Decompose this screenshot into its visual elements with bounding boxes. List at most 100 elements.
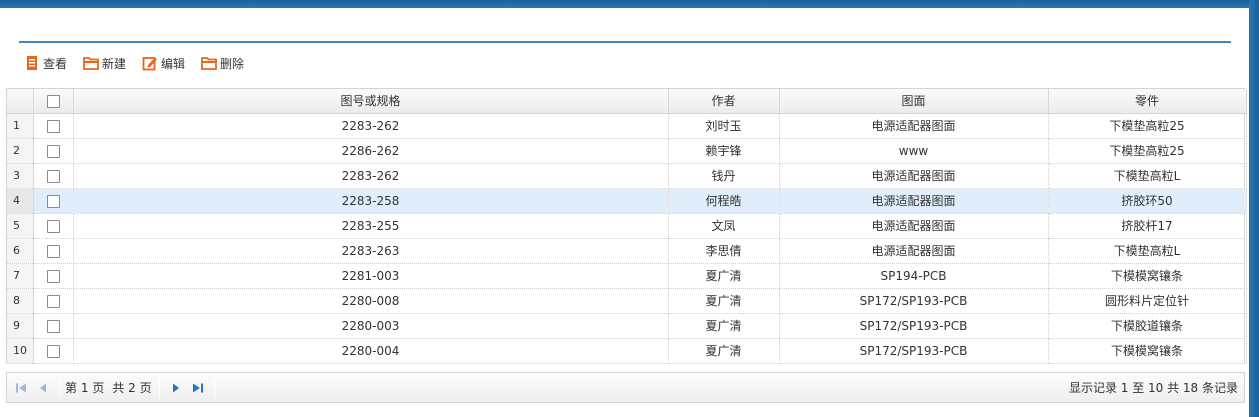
row-checkbox[interactable] [46,294,60,308]
cell-part: 下模垫高粒L [1048,238,1247,264]
window-right-band [1249,0,1259,417]
next-page-icon [172,383,179,392]
last-page-icon [192,383,203,392]
cell-spec: 2283-263 [73,238,669,264]
row-checkbox[interactable] [46,244,60,258]
row-checkbox[interactable] [46,319,60,333]
row-select-cell[interactable] [33,188,74,214]
row-checkbox[interactable] [46,269,60,283]
header-part[interactable]: 零件 [1048,89,1247,114]
header-spec[interactable]: 图号或规格 [73,89,669,114]
window-top-band [0,0,1259,8]
cell-author: 夏广清 [668,313,780,339]
folder-icon [83,55,99,71]
prev-page-button[interactable] [32,378,54,398]
row-select-cell[interactable] [33,238,74,264]
last-page-button[interactable] [187,378,209,398]
first-page-icon [16,383,26,392]
edit-button-label: 编辑 [161,56,186,71]
data-grid: 图号或规格 作者 图面 零件 1 2283-262 刘时玉 电源适配器图面 下模垫高粒2… [6,88,1247,364]
cell-part: 下模模窝镶条 [1048,263,1247,289]
pager-separator [158,377,160,398]
cell-drawing: SP172/SP193-PCB [779,288,1049,314]
row-select-cell[interactable] [33,263,74,289]
header-rownum [7,89,34,114]
row-select-cell[interactable] [33,213,74,239]
table-row[interactable]: 6 2283-263 李思倩 电源适配器图面 下模垫高粒L [7,238,1247,264]
pagination-bar: 第 1 页 共 2 页 显示记录 1 至 10 共 18 条记录 [6,372,1245,403]
pager-separator [213,377,215,398]
cell-drawing: SP172/SP193-PCB [779,313,1049,339]
page-prefix: 第 [65,381,78,395]
row-number: 5 [7,213,34,239]
cell-spec: 2281-003 [73,263,669,289]
table-row[interactable]: 10 2280-004 夏广清 SP172/SP193-PCB 下模模窝镶条 [7,338,1247,364]
header-select-all[interactable] [33,89,74,114]
cell-part: 下模垫高粒L [1048,163,1247,189]
header-drawing[interactable]: 图面 [779,89,1049,114]
pager-separator [59,377,60,398]
document-icon [24,55,40,71]
cell-spec: 2280-003 [73,313,669,339]
row-select-cell[interactable] [33,163,74,189]
row-number: 8 [7,288,34,314]
first-page-button[interactable] [10,378,32,398]
cell-drawing: 电源适配器图面 [779,213,1049,239]
grid-table: 图号或规格 作者 图面 零件 1 2283-262 刘时玉 电源适配器图面 下模垫高粒2… [7,89,1247,364]
table-row[interactable]: 1 2283-262 刘时玉 电源适配器图面 下模垫高粒25 [7,113,1247,139]
row-checkbox[interactable] [46,169,60,183]
row-number: 4 [7,188,34,214]
row-select-cell[interactable] [33,138,74,164]
cell-author: 夏广清 [668,338,780,364]
cell-author: 刘时玉 [668,113,780,139]
cell-part: 圆形料片定位针 [1048,288,1247,314]
row-checkbox[interactable] [46,119,60,133]
row-select-cell[interactable] [33,113,74,139]
delete-button[interactable]: 删除 [201,55,244,72]
row-select-cell[interactable] [33,338,74,364]
cell-spec: 2283-262 [73,113,669,139]
cell-spec: 2283-258 [73,188,669,214]
row-select-cell[interactable] [33,288,74,314]
row-checkbox[interactable] [46,144,60,158]
header-author[interactable]: 作者 [668,89,780,114]
grid-body: 1 2283-262 刘时玉 电源适配器图面 下模垫高粒25 2 2286-262 赖宇锋 ww… [7,113,1247,364]
cell-author: 钱丹 [668,163,780,189]
next-page-button[interactable] [165,378,187,398]
cell-drawing: www [779,138,1049,164]
table-row[interactable]: 7 2281-003 夏广清 SP194-PCB 下模模窝镶条 [7,263,1247,289]
record-info: 显示记录 1 至 10 共 18 条记录 [1068,381,1238,395]
table-row[interactable]: 8 2280-008 夏广清 SP172/SP193-PCB 圆形料片定位针 [7,288,1247,314]
table-row[interactable]: 5 2283-255 文凤 电源适配器图面 挤胶杆17 [7,213,1247,239]
row-number: 6 [7,238,34,264]
cell-author: 文凤 [668,213,780,239]
row-checkbox[interactable] [46,219,60,233]
prev-page-icon [40,383,46,392]
cell-part: 挤胶环50 [1048,188,1247,214]
cell-part: 下模垫高粒25 [1048,138,1247,164]
edit-button[interactable]: 编辑 [142,55,185,72]
table-row[interactable]: 2 2286-262 赖宇锋 www 下模垫高粒25 [7,138,1247,164]
table-row[interactable]: 9 2280-003 夏广清 SP172/SP193-PCB 下模胶道镶条 [7,313,1247,339]
row-checkbox[interactable] [46,194,60,208]
cell-spec: 2286-262 [73,138,669,164]
cell-drawing: SP172/SP193-PCB [779,338,1049,364]
table-row[interactable]: 4 2283-258 何程皓 电源适配器图面 挤胶环50 [7,188,1247,214]
page-indicator: 第 1 页 [65,379,104,396]
view-button[interactable]: 查看 [24,55,67,72]
row-select-cell[interactable] [33,313,74,339]
row-number: 9 [7,313,34,339]
cell-drawing: 电源适配器图面 [779,163,1049,189]
cell-spec: 2280-004 [73,338,669,364]
new-button[interactable]: 新建 [83,55,126,72]
cell-drawing: 电源适配器图面 [779,238,1049,264]
select-all-checkbox[interactable] [46,94,60,108]
page-current[interactable]: 1 [81,381,89,395]
cell-author: 何程皓 [668,188,780,214]
row-checkbox[interactable] [46,344,60,358]
cell-spec: 2280-008 [73,288,669,314]
toolbar: 查看 新建 编辑 删除 [24,53,260,73]
table-row[interactable]: 3 2283-262 钱丹 电源适配器图面 下模垫高粒L [7,163,1247,189]
cell-part: 下模胶道镶条 [1048,313,1247,339]
row-number: 3 [7,163,34,189]
